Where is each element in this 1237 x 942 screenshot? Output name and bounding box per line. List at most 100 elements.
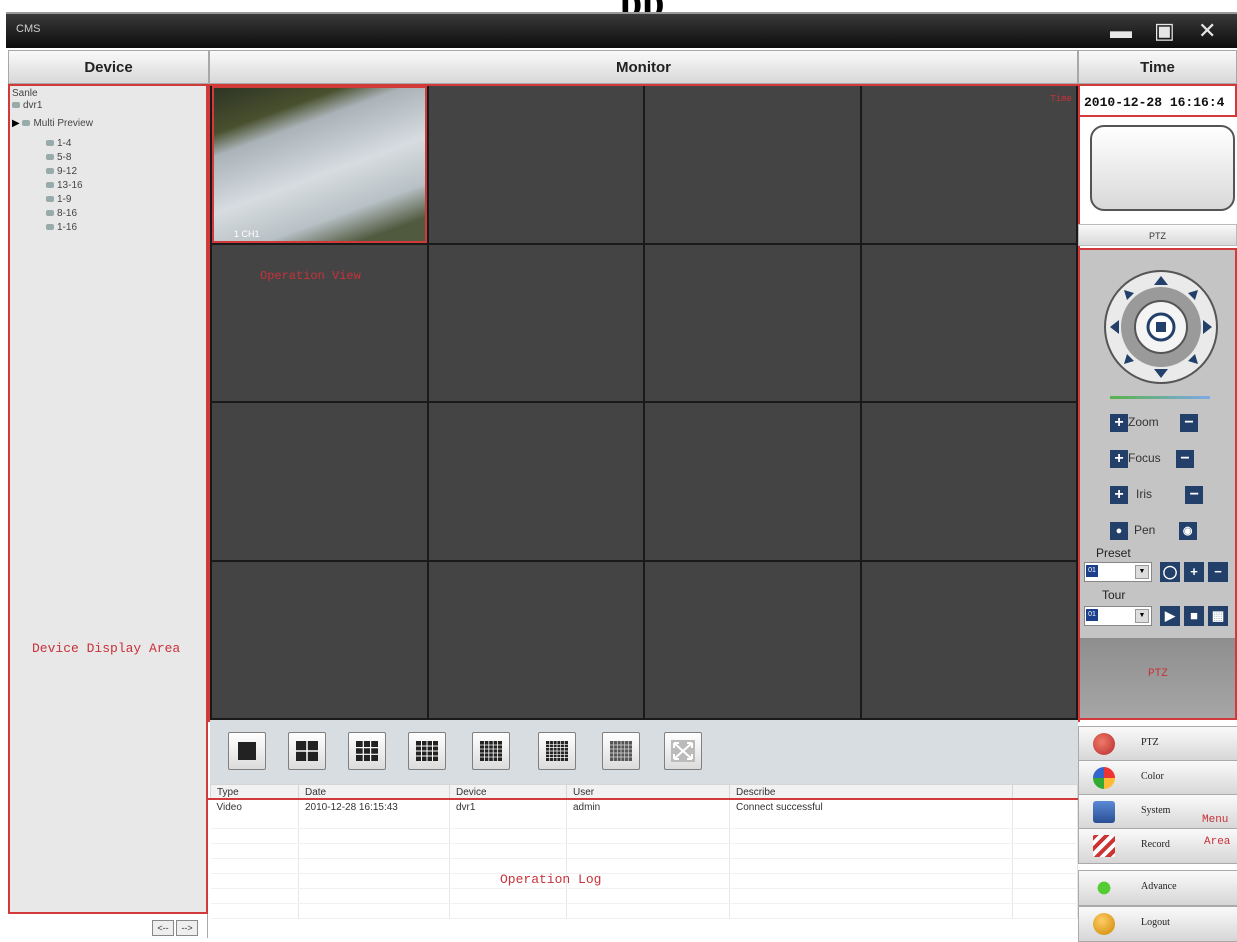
layout-36-icon (546, 741, 568, 761)
focus-out-button[interactable]: − (1176, 450, 1195, 468)
iris-open-button[interactable]: + (1110, 486, 1128, 504)
video-cell[interactable] (861, 561, 1076, 718)
layout-25-icon (480, 741, 502, 761)
advance-icon (1093, 877, 1115, 899)
menu-area-label: Menu (1202, 814, 1229, 826)
time-header: Time (1078, 50, 1237, 84)
camera-icon (22, 120, 31, 127)
operation-log: Type Date Device User Describe Video 201… (210, 784, 1078, 938)
pen-settings-button[interactable]: ◉ (1178, 522, 1197, 540)
video-cell[interactable] (428, 86, 643, 243)
time-display: 2010-12-28 16:16:4 (1078, 84, 1237, 117)
tree-item[interactable]: 1-9 (46, 194, 71, 205)
layout-4-button[interactable] (288, 732, 326, 770)
tree-item-label: 9-12 (57, 166, 78, 177)
app-title: CMS (16, 23, 41, 35)
fullscreen-button[interactable] (664, 732, 702, 770)
video-cell[interactable] (428, 244, 643, 401)
speed-slider[interactable] (1110, 396, 1210, 399)
log-cell: admin (566, 799, 730, 814)
iris-close-button[interactable]: − (1185, 486, 1204, 504)
focus-in-button[interactable]: + (1110, 450, 1128, 468)
layout-25-button[interactable] (472, 732, 510, 770)
camera-icon (46, 154, 54, 161)
menu-item-label: Advance (1141, 881, 1177, 892)
chevron-down-icon: ▼ (1135, 565, 1149, 579)
menu-item-label: PTZ (1141, 737, 1159, 748)
tree-item-label: 1-16 (57, 222, 78, 233)
tree-group[interactable]: ▶ Multi Preview (12, 118, 93, 129)
menu-item-advance[interactable]: Advance (1078, 870, 1237, 906)
tour-stop-button[interactable]: ■ (1184, 606, 1204, 626)
tree-root[interactable]: Sanle (12, 88, 38, 99)
layout-9-icon (356, 741, 378, 761)
device-header: Device (8, 50, 209, 84)
preset-add-button[interactable]: + (1184, 562, 1204, 582)
direction-pad[interactable] (1102, 268, 1220, 386)
layout-16-icon (416, 741, 438, 761)
layout-1-button[interactable] (228, 732, 266, 770)
layout-9-button[interactable] (348, 732, 386, 770)
layout-4-icon (296, 741, 318, 761)
tour-label: Tour (1102, 588, 1126, 602)
tree-item[interactable]: 1-4 (46, 138, 71, 149)
table-row (210, 828, 1078, 844)
menu-item-logout[interactable]: Logout (1078, 906, 1237, 942)
tour-grid-button[interactable]: ▦ (1208, 606, 1228, 626)
tree-item[interactable]: 13-16 (46, 180, 83, 191)
video-cell[interactable] (645, 403, 860, 560)
video-cell[interactable]: Operation View (212, 244, 427, 401)
tour-select[interactable]: 01 ▼ (1084, 606, 1152, 626)
tree-device[interactable]: dvr1 (12, 100, 42, 111)
preset-value: 01 (1086, 565, 1098, 577)
video-cell[interactable]: Time (861, 86, 1076, 243)
video-cell[interactable] (861, 244, 1076, 401)
tree-item[interactable]: 1-16 (46, 222, 77, 233)
video-cell[interactable] (645, 244, 860, 401)
close-icon[interactable]: ✕ (1198, 18, 1216, 44)
tree-item[interactable]: 5-8 (46, 152, 71, 163)
table-row (210, 888, 1078, 904)
layout-36-button[interactable] (538, 732, 576, 770)
iris-label: Iris (1136, 487, 1152, 502)
video-cell[interactable] (428, 561, 643, 718)
monitor-grid: 1 CH1 Time Operation View (210, 84, 1078, 720)
minimize-icon[interactable]: ▬ (1110, 18, 1132, 44)
camera-icon (46, 182, 54, 189)
tree-item[interactable]: 8-16 (46, 208, 77, 219)
tree-item-label: 13-16 (57, 180, 83, 191)
capture-button[interactable] (1090, 125, 1235, 211)
prev-button[interactable]: <-- (152, 920, 174, 936)
camera-icon (46, 210, 54, 217)
menu-item-color[interactable]: Color (1078, 760, 1237, 796)
video-cell[interactable] (645, 561, 860, 718)
preset-goto-button[interactable]: ◯ (1160, 562, 1180, 582)
pen-row: ● Pen ◉ (1110, 522, 1197, 540)
video-cell-active[interactable]: 1 CH1 (212, 86, 427, 243)
zoom-in-button[interactable]: + (1110, 414, 1128, 432)
video-cell[interactable] (212, 561, 427, 718)
table-row (210, 873, 1078, 889)
menu-item-ptz[interactable]: PTZ (1078, 726, 1237, 762)
layout-toolbar (210, 720, 1078, 784)
layout-custom-button[interactable] (602, 732, 640, 770)
layout-16-button[interactable] (408, 732, 446, 770)
table-row (210, 843, 1078, 859)
tour-play-button[interactable]: ▶ (1160, 606, 1180, 626)
video-cell[interactable] (428, 403, 643, 560)
tree-item[interactable]: 9-12 (46, 166, 77, 177)
video-cell[interactable] (212, 403, 427, 560)
tree-group-label: Multi Preview (33, 118, 93, 129)
pen-button[interactable]: ● (1110, 522, 1128, 540)
table-row[interactable]: Video 2010-12-28 16:15:43 dvr1 admin Con… (210, 799, 1078, 814)
camera-icon (46, 168, 54, 175)
preset-remove-button[interactable]: − (1208, 562, 1228, 582)
next-button[interactable]: --> (176, 920, 198, 936)
zoom-out-button[interactable]: − (1180, 414, 1199, 432)
restore-icon[interactable]: ▣ (1154, 18, 1175, 44)
video-cell[interactable] (645, 86, 860, 243)
video-cell[interactable] (861, 403, 1076, 560)
table-row (210, 903, 1078, 919)
layout-custom-icon (610, 741, 632, 761)
preset-select[interactable]: 01 ▼ (1084, 562, 1152, 582)
